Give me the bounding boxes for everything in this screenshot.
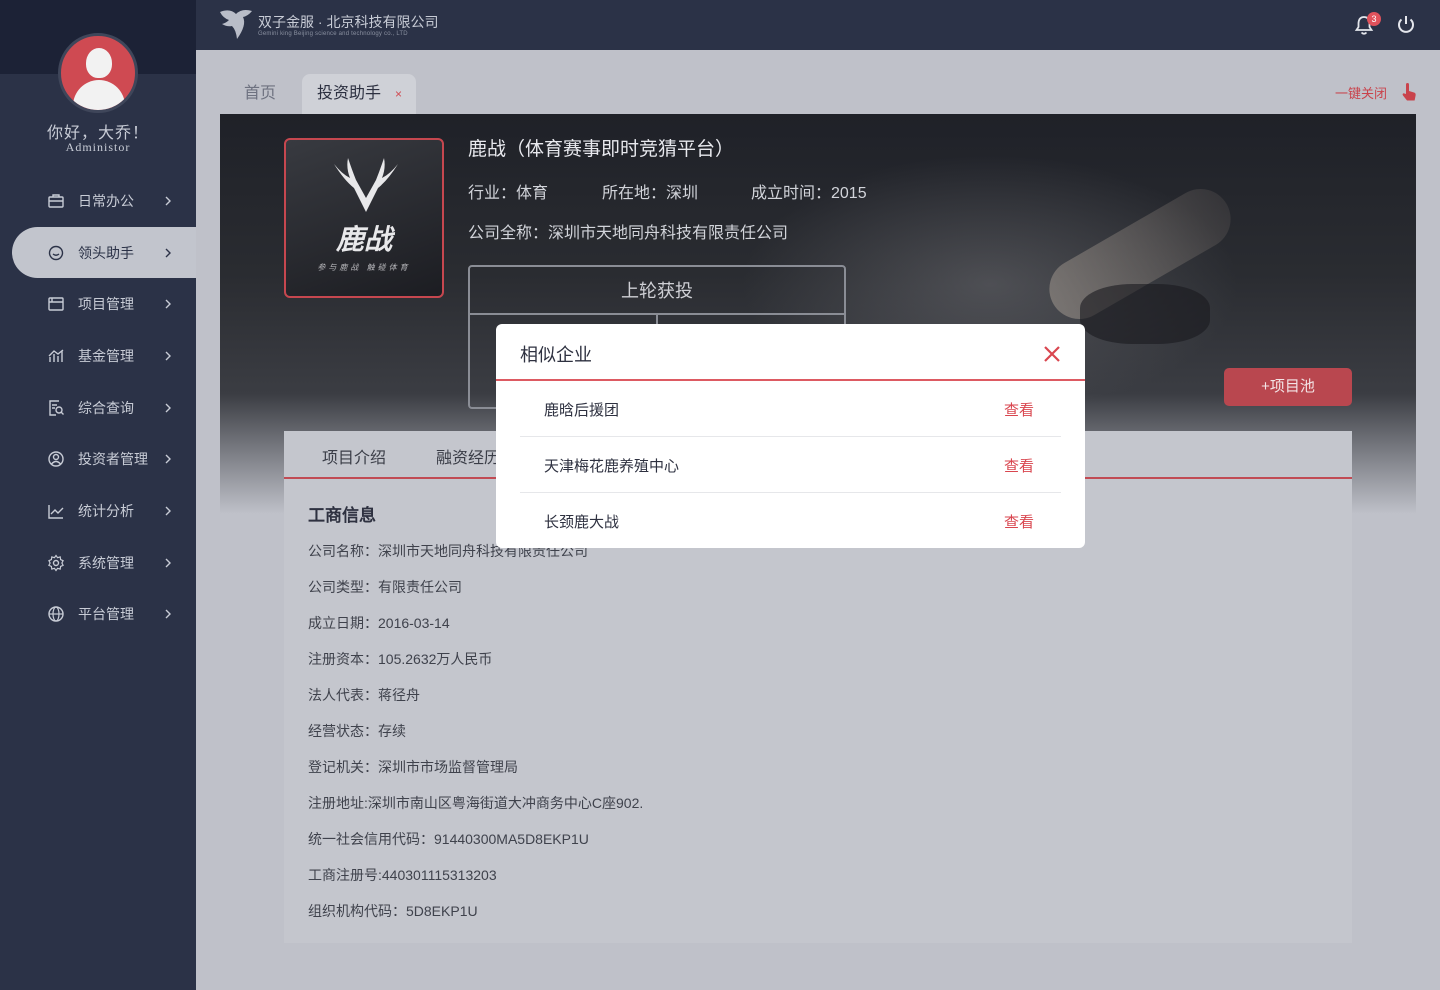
trend-icon [48, 349, 64, 362]
globe-icon [48, 606, 64, 623]
list-item: 长颈鹿大战 查看 [520, 493, 1061, 548]
sidebar-item-project-management[interactable]: 项目管理 [0, 278, 196, 330]
tab-financing-history[interactable]: 融资经历 [436, 444, 500, 468]
info-registered-capital: 注册资本：105.2632万人民币 [308, 651, 493, 667]
avatar[interactable] [58, 33, 138, 113]
project-location: 所在地：深圳 [602, 185, 699, 202]
briefcase-icon [48, 194, 64, 208]
section-title: 工商信息 [308, 506, 376, 525]
info-established-date: 成立日期：2016-03-14 [308, 615, 450, 631]
chat-icon [48, 245, 64, 260]
sidebar-item-statistics[interactable]: 统计分析 [0, 485, 196, 537]
project-title: 鹿战（体育赛事即时竞猜平台） [468, 139, 735, 160]
info-organization-code: 组织机构代码：5D8EKP1U [308, 903, 478, 919]
info-registration-authority: 登记机关：深圳市市场监督管理局 [308, 759, 518, 775]
tab-label: 投资助手 [317, 85, 382, 102]
tab-project-intro[interactable]: 项目介绍 [322, 444, 386, 468]
close-icon[interactable] [1042, 344, 1062, 364]
info-registration-number: 工商注册号:440301115313203 [308, 867, 497, 883]
project-logo: 鹿战 参与鹿战 触碰体育 [284, 138, 444, 298]
info-company-type: 公司类型：有限责任公司 [308, 579, 462, 595]
chevron-right-icon [165, 506, 171, 516]
sidebar-item-label: 领头助手 [78, 244, 134, 261]
last-round-title: 上轮获投 [470, 267, 844, 315]
company-subtitle: Gemini king Beijing science and technolo… [258, 31, 408, 37]
info-legal-representative: 法人代表：蒋径舟 [308, 687, 420, 703]
project-industry: 行业：体育 [468, 185, 549, 202]
chevron-right-icon [165, 248, 171, 258]
sidebar-item-lead-assistant[interactable]: 领头助手 [12, 226, 196, 279]
company-logo-icon [220, 10, 252, 39]
notification-badge: 3 [1367, 12, 1381, 26]
chevron-right-icon [165, 609, 171, 619]
sidebar-item-label: 日常办公 [78, 192, 134, 209]
info-business-status: 经营状态：存续 [308, 723, 406, 739]
similar-company-name: 长颈鹿大战 [544, 514, 620, 531]
view-button[interactable]: 查看 [1004, 511, 1034, 532]
sidebar-item-fund-management[interactable]: 基金管理 [0, 330, 196, 382]
sidebar-item-daily-office[interactable]: 日常办公 [0, 175, 196, 227]
view-button[interactable]: 查看 [1004, 399, 1034, 420]
chevron-right-icon [165, 454, 171, 464]
gear-icon [48, 554, 64, 572]
sidebar-item-investor-management[interactable]: 投资者管理 [0, 433, 196, 485]
similar-companies-modal: 相似企业 鹿晗后援团 查看 天津梅花鹿养殖中心 查看 长颈鹿大战 查看 [496, 324, 1085, 548]
sidebar-item-general-query[interactable]: 综合查询 [0, 382, 196, 434]
sidebar-item-label: 统计分析 [78, 502, 134, 519]
sidebar-item-platform-management[interactable]: 平台管理 [0, 589, 196, 641]
sidebar: 你好，大乔！ Administor 日常办公 领头助手 项目管理 基金管理 综合… [0, 0, 196, 990]
user-role: Administor [65, 140, 131, 154]
similar-company-name: 鹿晗后援团 [544, 402, 620, 419]
view-button[interactable]: 查看 [1004, 455, 1034, 476]
sidebar-item-label: 综合查询 [78, 399, 134, 416]
company-name: 双子金服 · 北京科技有限公司 [258, 14, 439, 30]
chevron-right-icon [165, 558, 171, 568]
sidebar-item-label: 投资者管理 [78, 451, 148, 468]
power-icon[interactable] [1395, 14, 1417, 36]
doc-search-icon [49, 399, 64, 416]
sidebar-menu: 日常办公 领头助手 项目管理 基金管理 综合查询 投资者管理 统计分析 系统管理… [0, 175, 196, 640]
similar-company-name: 天津梅花鹿养殖中心 [544, 458, 680, 475]
user-circle-icon [48, 451, 64, 467]
chevron-right-icon [165, 403, 171, 413]
chevron-right-icon [165, 196, 171, 206]
tab-home[interactable]: 首页 [244, 74, 276, 114]
tab-investment-assistant[interactable]: 投资助手 × [302, 74, 416, 114]
hand-pointer-icon[interactable] [1400, 81, 1418, 103]
modal-header: 相似企业 [496, 324, 1085, 381]
project-full-name: 公司全称：深圳市天地同舟科技有限责任公司 [468, 225, 789, 242]
sidebar-item-system-management[interactable]: 系统管理 [0, 537, 196, 589]
line-chart-icon [48, 504, 64, 519]
add-to-project-pool-button[interactable]: +项目池 [1224, 368, 1352, 406]
project-founded: 成立时间：2015 [751, 185, 867, 202]
sidebar-item-label: 项目管理 [78, 296, 134, 313]
modal-title: 相似企业 [520, 345, 592, 365]
window-icon [48, 297, 64, 311]
list-item: 鹿晗后援团 查看 [520, 381, 1061, 437]
info-registered-address: 注册地址:深圳市南山区粤海街道大冲商务中心C座902. [308, 795, 644, 811]
list-item: 天津梅花鹿养殖中心 查看 [520, 437, 1061, 493]
close-all-tabs-button[interactable]: 一键关闭 [1335, 83, 1387, 102]
sidebar-item-label: 基金管理 [78, 347, 134, 364]
top-bar: 双子金服 · 北京科技有限公司 Gemini king Beijing scie… [196, 0, 1440, 50]
tab-close-icon[interactable]: × [395, 74, 402, 114]
info-credit-code: 统一社会信用代码：91440300MA5D8EKP1U [308, 831, 589, 847]
chevron-right-icon [165, 351, 171, 361]
antler-icon [334, 158, 398, 212]
sidebar-item-label: 平台管理 [78, 606, 134, 623]
project-logo-name: 鹿战 [335, 225, 392, 256]
sidebar-item-label: 系统管理 [78, 554, 134, 571]
chevron-right-icon [165, 299, 171, 309]
project-logo-slogan: 参与鹿战 触碰体育 [317, 263, 411, 272]
